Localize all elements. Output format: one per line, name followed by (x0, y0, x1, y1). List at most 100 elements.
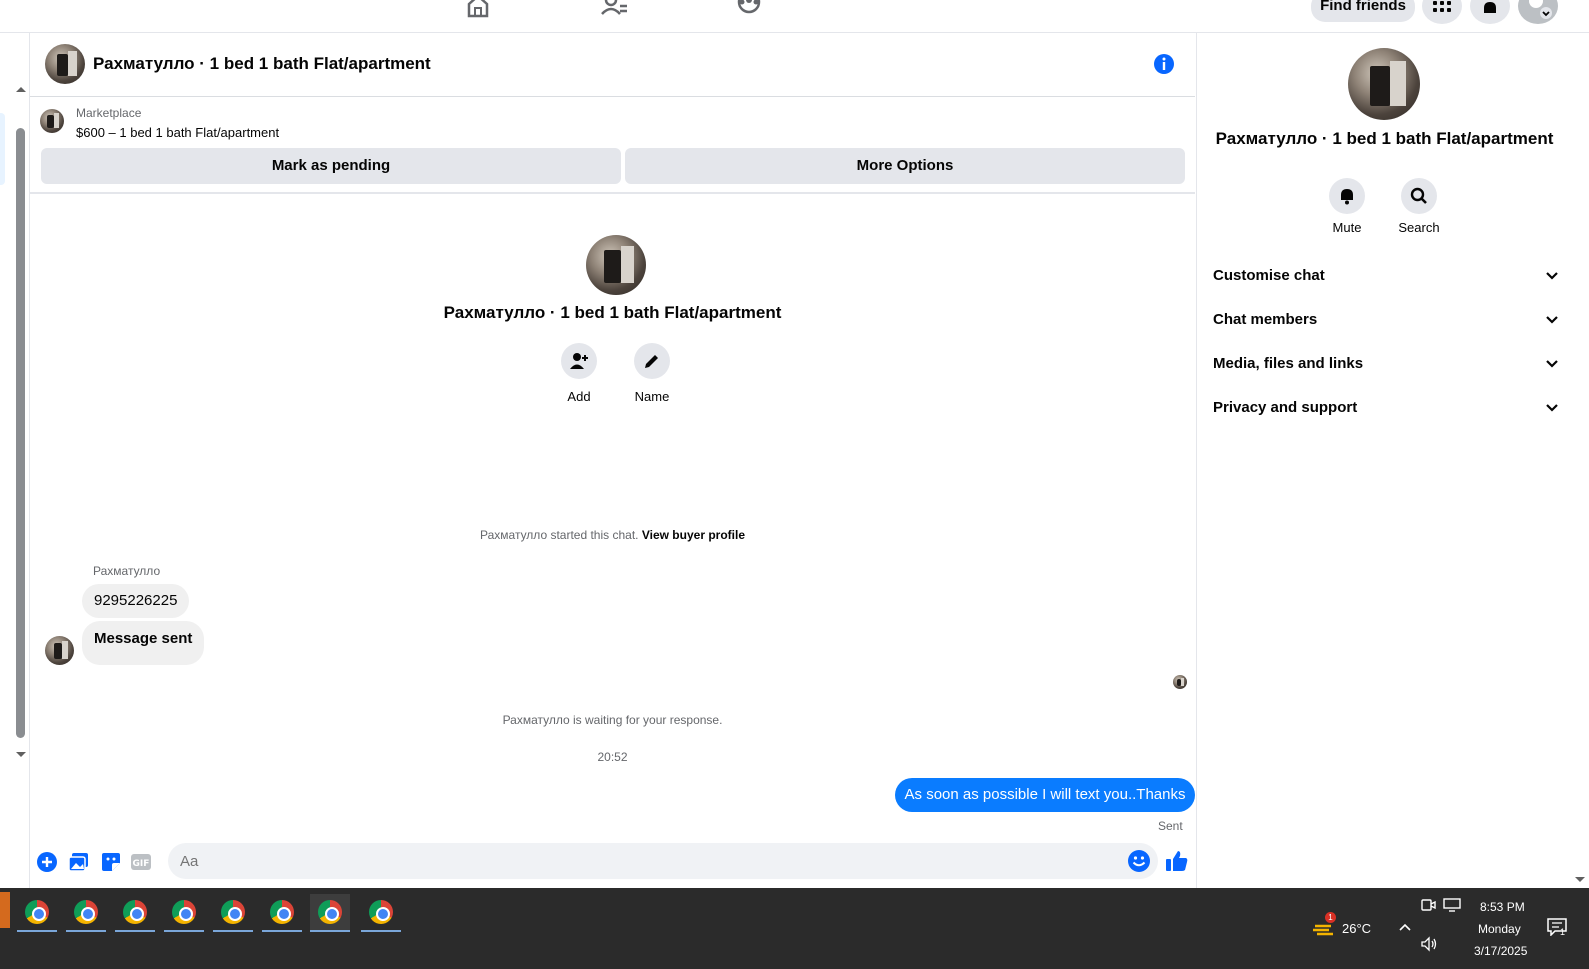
view-buyer-profile-link[interactable]: View buyer profile (642, 528, 745, 542)
chrome-window[interactable] (17, 894, 57, 932)
sticker-icon[interactable] (100, 851, 122, 873)
page-scrollbar[interactable] (1571, 33, 1589, 888)
active-chat-indicator (0, 113, 5, 185)
more-options-button[interactable]: More Options (625, 148, 1185, 184)
chat-members-section[interactable]: Chat members (1213, 301, 1563, 341)
customise-chat-section[interactable]: Customise chat (1213, 257, 1563, 297)
search-button[interactable] (1401, 178, 1437, 214)
add-people-button[interactable] (561, 343, 597, 379)
chrome-window[interactable] (66, 894, 106, 932)
section-label: Media, files and links (1213, 355, 1364, 372)
bell-icon (1341, 189, 1353, 205)
marketplace-listing-bar: Marketplace $600 – 1 bed 1 bath Flat/apa… (30, 97, 1195, 194)
chrome-window-active[interactable] (310, 894, 350, 932)
outgoing-message[interactable]: As soon as possible I will text you..Tha… (895, 778, 1195, 812)
notifications-bell-icon[interactable] (1470, 0, 1510, 24)
chevron-down-icon (1546, 316, 1558, 324)
clock-time[interactable]: 8:53 PM (1480, 900, 1525, 914)
chrome-icon (172, 900, 196, 924)
mark-as-pending-button[interactable]: Mark as pending (41, 148, 621, 184)
chrome-icon (270, 900, 294, 924)
chrome-window[interactable] (115, 894, 155, 932)
name-label: Name (634, 389, 670, 404)
chrome-window[interactable] (262, 894, 302, 932)
gif-icon[interactable]: GIF (130, 851, 152, 873)
chrome-icon (221, 900, 245, 924)
left-scroll-rail (0, 33, 30, 888)
weather-badge: 1 (1325, 912, 1336, 923)
info-icon[interactable] (1152, 52, 1176, 76)
volume-icon[interactable] (1420, 936, 1438, 952)
incoming-message[interactable]: Message sent (82, 621, 205, 665)
chrome-icon (318, 900, 342, 924)
svg-text:GIF: GIF (133, 859, 150, 869)
sender-avatar[interactable] (45, 636, 74, 665)
account-avatar[interactable] (1518, 0, 1558, 24)
like-thumb-icon[interactable] (1164, 848, 1190, 874)
chat-header: Рахматулло · 1 bed 1 bath Flat/apartment (30, 33, 1195, 97)
scroll-down-icon[interactable] (1574, 876, 1586, 884)
mute-label: Mute (1332, 220, 1362, 235)
add-label: Add (567, 389, 591, 404)
sent-status: Sent (1158, 819, 1183, 833)
chevron-down-icon (1546, 272, 1558, 280)
search-icon (1410, 187, 1427, 204)
find-friends-button[interactable]: Find friends (1311, 0, 1415, 22)
chat-list-scrollbar[interactable] (16, 128, 25, 738)
chevron-down-icon (1546, 360, 1558, 368)
chat-title[interactable]: Рахматулло · 1 bed 1 bath Flat/apartment (93, 54, 431, 74)
clock-day[interactable]: Monday (1478, 922, 1521, 936)
sender-name: Рахматулло (93, 564, 161, 578)
chrome-window[interactable] (361, 894, 401, 932)
scroll-down-icon[interactable] (15, 751, 27, 759)
read-receipt-avatar (1173, 675, 1187, 689)
chat-avatar[interactable] (45, 44, 85, 84)
details-avatar[interactable] (1348, 48, 1420, 120)
plus-icon[interactable] (36, 851, 58, 873)
clock-date[interactable]: 3/17/2025 (1474, 944, 1527, 958)
conversation-avatar[interactable] (586, 235, 646, 295)
section-label: Customise chat (1213, 267, 1325, 284)
network-icon[interactable] (1443, 898, 1461, 912)
meet-now-icon[interactable] (1420, 898, 1436, 912)
scroll-up-icon[interactable] (15, 85, 27, 93)
section-label: Chat members (1213, 311, 1318, 328)
chrome-window[interactable] (213, 894, 253, 932)
details-title: Рахматулло · 1 bed 1 bath Flat/apartment (1215, 129, 1554, 148)
photo-icon[interactable] (68, 851, 90, 873)
taskbar-start-edge[interactable] (0, 892, 10, 928)
notification-count: 1 (1560, 927, 1566, 937)
waiting-notice: Рахматулло is waiting for your response. (502, 713, 723, 727)
section-label: Privacy and support (1213, 399, 1358, 416)
temperature[interactable]: 26°C (1342, 921, 1371, 936)
message-timestamp: 20:52 (597, 750, 628, 764)
chat-details-panel: Рахматулло · 1 bed 1 bath Flat/apartment… (1196, 33, 1571, 888)
listing-title[interactable]: $600 – 1 bed 1 bath Flat/apartment (76, 125, 279, 140)
marketplace-label: Marketplace (76, 106, 142, 120)
emoji-icon[interactable] (1127, 849, 1151, 873)
incoming-message[interactable]: 9295226225 (82, 584, 190, 618)
listing-thumbnail[interactable] (40, 109, 64, 133)
notification-center-icon[interactable]: 1 (1547, 918, 1569, 938)
chevron-up-icon[interactable] (1398, 922, 1412, 932)
media-files-links-section[interactable]: Media, files and links (1213, 345, 1563, 385)
groups-icon[interactable] (734, 0, 764, 18)
started-text: Рахматулло started this chat. (480, 528, 639, 542)
mute-button[interactable] (1329, 178, 1365, 214)
message-input[interactable] (168, 843, 1158, 879)
chrome-icon (25, 900, 49, 924)
edit-name-button[interactable] (634, 343, 670, 379)
weather-icon[interactable]: 1 (1313, 912, 1336, 936)
chrome-window[interactable] (164, 894, 204, 932)
chrome-icon (123, 900, 147, 924)
chrome-icon (74, 900, 98, 924)
conversation-title: Рахматулло · 1 bed 1 bath Flat/apartment (443, 303, 782, 322)
windows-taskbar: 1 26°C 8:53 PM Monday 3/17/2025 1 (0, 888, 1589, 969)
home-icon[interactable] (463, 0, 493, 18)
privacy-support-section[interactable]: Privacy and support (1213, 389, 1563, 429)
friends-icon[interactable] (600, 0, 630, 18)
menu-grid-icon[interactable] (1422, 0, 1462, 24)
top-navigation-bar: Find friends (0, 0, 1589, 33)
chevron-down-icon (1546, 404, 1558, 412)
message-composer: GIF (30, 843, 1195, 888)
